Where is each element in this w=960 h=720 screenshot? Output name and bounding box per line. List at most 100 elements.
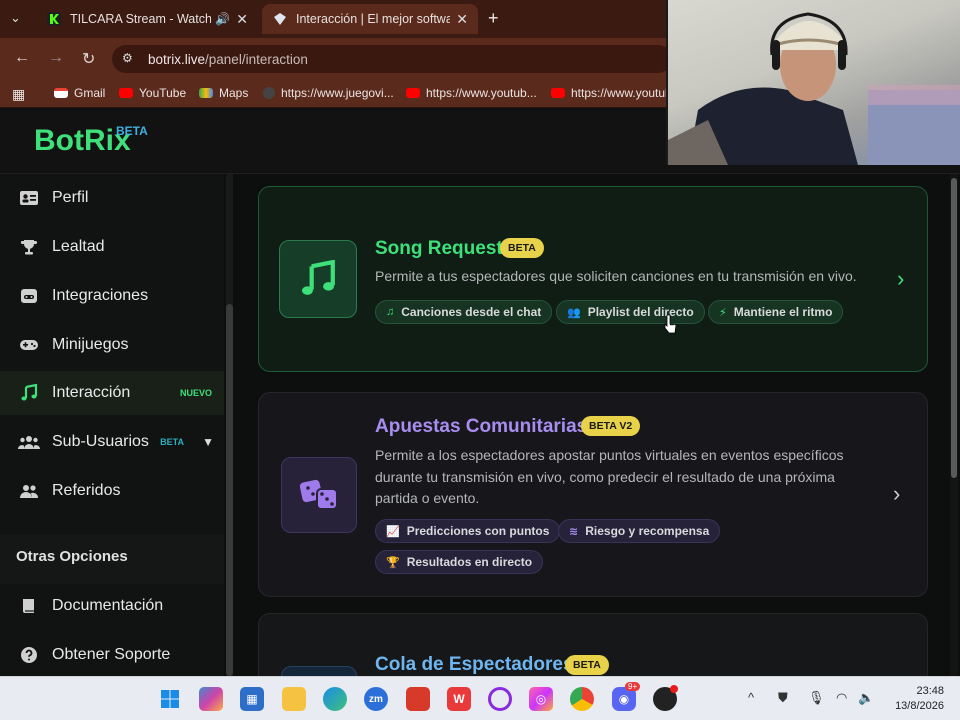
app-red-icon[interactable] [406, 687, 430, 711]
bookmark-label: Maps [219, 86, 249, 100]
sidebar-item-minijuegos[interactable]: Minijuegos [0, 323, 224, 367]
instagram-icon[interactable]: ◎ [529, 687, 553, 711]
close-tab-icon[interactable]: ✕ [236, 11, 248, 28]
gmail-icon [54, 88, 68, 98]
bookmark-label: https://www.juegovi... [281, 86, 394, 100]
volume-icon[interactable]: 🔈 [858, 690, 874, 706]
sidebar-item-label: Perfil [52, 189, 89, 206]
music-icon [16, 380, 42, 406]
new-tab-icon[interactable]: + [488, 8, 499, 29]
edge-icon[interactable] [323, 687, 347, 711]
sidebar-item-lealtad[interactable]: Lealtad [0, 225, 224, 269]
chevron-right-icon[interactable]: › [897, 266, 904, 292]
new-badge: NUEVO [179, 388, 212, 398]
description-line: durante tu transmisión en vivo, como pre… [375, 468, 835, 485]
clock-time: 23:48 [916, 685, 944, 697]
chevron-right-icon[interactable]: › [893, 481, 900, 507]
microphone-icon[interactable]: 🎙 [808, 690, 825, 706]
sidebar-item-soporte[interactable]: Obtener Soporte [0, 633, 224, 676]
chip-label: Mantiene el ritmo [733, 305, 833, 319]
bookmark-maps[interactable]: Maps [199, 86, 248, 100]
bookmark-gmail[interactable]: Gmail [54, 86, 105, 100]
close-tab-icon[interactable]: ✕ [456, 11, 468, 28]
section-title: Otras Opciones [16, 548, 128, 565]
bookmark-label: Gmail [74, 86, 106, 100]
dice-icon [281, 457, 357, 533]
windows-start-icon[interactable] [158, 687, 182, 711]
card-title: Apuestas Comunitarias [375, 416, 588, 437]
maps-icon [199, 88, 213, 98]
user-group-icon [16, 478, 42, 504]
sidebar-item-perfil[interactable]: Perfil [0, 176, 224, 220]
file-explorer-icon[interactable] [282, 687, 306, 711]
sidebar-item-sub-usuarios[interactable]: Sub-Usuarios BETA ▼ [0, 420, 224, 464]
sidebar-scrollbar[interactable] [226, 174, 233, 676]
tab-title: Interacción | El mejor software p [296, 12, 451, 26]
question-icon [16, 642, 42, 668]
store-icon[interactable]: ▦ [240, 687, 264, 711]
music-icon [279, 240, 357, 318]
queue-icon [281, 666, 357, 676]
address-bar[interactable]: botrix.live/panel/interaction [112, 45, 672, 73]
bookmark-youtube-3[interactable]: https://www.youtub [551, 86, 672, 100]
scrollbar-thumb[interactable] [951, 178, 957, 478]
chip-predicciones: 📈 Predicciones con puntos [375, 519, 561, 543]
tab-title: TILCARA Stream - Watch Live [70, 12, 212, 26]
site-info-icon[interactable]: ⚙ [122, 51, 138, 67]
chrome-icon[interactable] [570, 687, 594, 711]
system-clock[interactable]: 23:48 13/8/2026 [880, 684, 944, 714]
botrix-icon [272, 11, 288, 27]
bookmark-youtube[interactable]: YouTube [119, 86, 186, 100]
sidebar-item-label: Integraciones [52, 287, 149, 304]
chip-mantiene-ritmo: ⚡ Mantiene el ritmo [708, 300, 844, 324]
audio-icon[interactable]: 🔊 [215, 12, 230, 26]
webcam-person-image [668, 12, 960, 165]
apps-grid-icon[interactable]: ▦ [12, 86, 25, 103]
card-cola-espectadores[interactable]: Cola de Espectadores BETA [258, 613, 928, 676]
card-song-request[interactable]: Song Request BETA Permite a tus espectad… [258, 186, 928, 372]
reload-icon[interactable]: ↻ [82, 49, 95, 69]
chip-label: Riesgo y recompensa [585, 524, 710, 538]
sidebar: Perfil Lealtad Integraciones Minijuegos … [0, 174, 224, 676]
bookmark-juegovi[interactable]: https://www.juegovi... [263, 86, 394, 100]
sidebar-item-referidos[interactable]: Referidos [0, 469, 224, 513]
zoom-icon[interactable]: zm [364, 687, 388, 711]
bookmark-label: YouTube [139, 86, 187, 100]
music-icon: ♫ [386, 306, 395, 318]
sidebar-item-integraciones[interactable]: Integraciones [0, 274, 224, 318]
users-icon [16, 429, 42, 455]
discord-icon [16, 283, 42, 309]
site-icon [263, 87, 275, 99]
page-scrollbar[interactable] [950, 174, 958, 676]
card-apuestas-comunitarias[interactable]: Apuestas Comunitarias BETA V2 Permite a … [258, 392, 928, 597]
sidebar-item-documentacion[interactable]: Documentación [0, 584, 224, 628]
recording-dot [670, 685, 678, 693]
tab-interaccion[interactable]: Interacción | El mejor software p ✕ [262, 4, 478, 34]
back-icon[interactable]: ← [14, 49, 30, 67]
url-host: botrix.live [148, 51, 206, 67]
tab-search-button[interactable]: ⌄ [10, 10, 28, 28]
chevron-up-icon[interactable]: ^ [748, 690, 754, 705]
mouse-cursor-icon [664, 314, 676, 334]
chip-label: Canciones desde el chat [401, 305, 542, 319]
circle-app-icon[interactable] [488, 687, 512, 711]
bookmark-label: https://www.youtub... [426, 86, 537, 100]
chevron-down-icon[interactable]: ▼ [202, 435, 214, 449]
page-content: BotRix BETA Perfil Lealtad Integraciones… [0, 110, 960, 676]
bolt-icon: ⚡ [719, 306, 727, 319]
copilot-icon[interactable] [199, 687, 223, 711]
wifi-icon[interactable]: ◠ [836, 690, 847, 706]
beta-badge: BETA V2 [581, 416, 641, 436]
scrollbar-thumb[interactable] [226, 304, 233, 676]
sidebar-item-label: Obtener Soporte [52, 646, 171, 663]
forward-icon[interactable]: → [48, 49, 64, 67]
bookmark-youtube-2[interactable]: https://www.youtub... [406, 86, 537, 100]
sidebar-item-interaccion[interactable]: Interacción NUEVO [0, 371, 224, 415]
tab-tilcara-stream[interactable]: TILCARA Stream - Watch Live 🔊 ✕ [36, 4, 258, 34]
language-icon[interactable]: ⛊ [778, 690, 788, 706]
trophy-icon [16, 234, 42, 260]
coins-icon: ≋ [569, 525, 579, 538]
wps-icon[interactable]: W [447, 687, 471, 711]
brand-beta-badge: BETA [116, 124, 148, 138]
beta-badge: BETA [565, 655, 609, 675]
